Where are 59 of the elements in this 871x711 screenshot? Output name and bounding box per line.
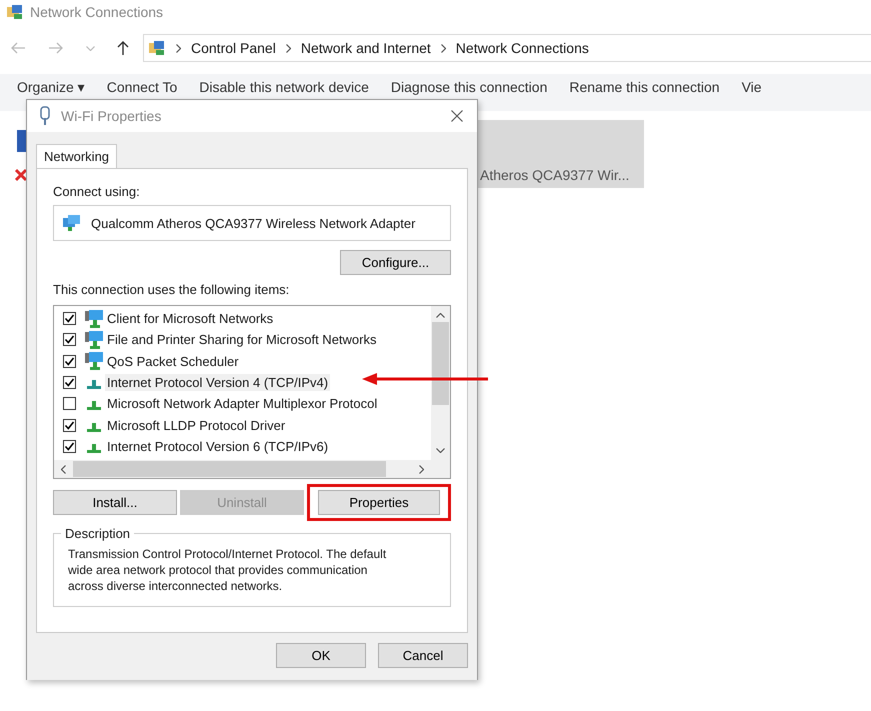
dialog-button[interactable]: Cancel — [378, 643, 468, 668]
scroll-up-icon[interactable] — [436, 313, 445, 318]
checkbox[interactable] — [63, 312, 76, 326]
folder-network-icon — [148, 40, 166, 56]
dialog-button[interactable]: OK — [276, 643, 366, 668]
list-item[interactable]: File and Printer Sharing for Microsoft Networks — [105, 331, 378, 348]
chevron-icon — [176, 44, 181, 52]
protocol-icon — [87, 401, 101, 410]
action-button[interactable]: Properties — [318, 490, 440, 515]
description-text: Transmission Control Protocol/Internet Protocol. The default wide area network protocol that provides communication across diverse interconnected networks. — [68, 546, 388, 594]
network-client-icon — [84, 308, 104, 329]
toolbar-item[interactable]: Rename this connection — [569, 79, 720, 96]
window-title: Network Connections — [30, 4, 164, 20]
vertical-scrollbar[interactable] — [431, 306, 450, 460]
list-item[interactable]: Internet Protocol Version 4 (TCP/IPv4) — [105, 374, 330, 392]
list-item[interactable]: Client for Microsoft Networks — [105, 310, 276, 328]
chevron-icon — [440, 44, 446, 52]
checkbox[interactable] — [63, 333, 76, 346]
list-item[interactable]: Internet Protocol Version 6 (TCP/IPv6) — [105, 438, 330, 455]
network-client-icon — [84, 330, 104, 350]
checkbox[interactable] — [63, 397, 76, 410]
checkbox[interactable] — [63, 354, 76, 368]
toolbar-item[interactable]: Organize ▾ — [17, 79, 85, 96]
adapter-name: Qualcomm Atheros QCA9377 Wireless Network Adapter — [91, 216, 416, 230]
checkbox[interactable] — [63, 440, 76, 453]
dialog-title: Wi-Fi Properties — [61, 108, 162, 124]
toolbar-item[interactable]: Diagnose this connection — [390, 79, 548, 96]
toolbar-item[interactable]: Connect To — [106, 79, 178, 96]
protocol-icon — [87, 422, 101, 432]
breadcrumb-item[interactable]: Network and Internet — [300, 40, 431, 56]
up-icon[interactable] — [117, 40, 129, 56]
list-item[interactable]: QoS Packet Scheduler — [105, 352, 241, 370]
breadcrumb-item[interactable]: Network Connections — [456, 40, 589, 56]
action-button[interactable]: Install... — [53, 490, 177, 515]
tab[interactable]: Networking — [36, 144, 118, 168]
wifi-adapter-icon — [39, 106, 51, 126]
list-item[interactable]: Microsoft Network Adapter Multiplexor Protocol — [105, 395, 380, 412]
checkbox[interactable] — [63, 376, 76, 390]
list-item[interactable]: Microsoft LLDP Protocol Driver — [105, 416, 288, 434]
scroll-down-icon[interactable] — [436, 448, 445, 453]
scroll-right-icon[interactable] — [419, 464, 424, 474]
checkbox[interactable] — [63, 418, 76, 432]
breadcrumb-item[interactable]: Control Panel — [191, 40, 276, 56]
scroll-left-icon[interactable] — [61, 464, 66, 474]
network-client-icon — [84, 351, 104, 372]
field-label: Connect using: — [53, 184, 141, 199]
list-label: This connection uses the following items: — [53, 282, 290, 297]
chevron-icon — [286, 44, 291, 52]
adapter-name: Atheros QCA9377 Wir... — [479, 167, 630, 185]
protocol-icon — [87, 380, 101, 390]
toolbar-item[interactable]: Vie — [742, 79, 762, 96]
toolbar-item[interactable]: Disable this network device — [199, 79, 369, 96]
close-icon[interactable] — [451, 110, 463, 122]
folder-network-icon — [6, 4, 24, 20]
configure-button[interactable]: Configure... — [340, 250, 451, 275]
group-label: Description — [61, 526, 134, 541]
address-bar[interactable]: Control Panel Network and Internet Network Connections — [143, 34, 871, 62]
protocol-icon — [87, 444, 101, 454]
network-adapter-icon — [62, 214, 82, 232]
